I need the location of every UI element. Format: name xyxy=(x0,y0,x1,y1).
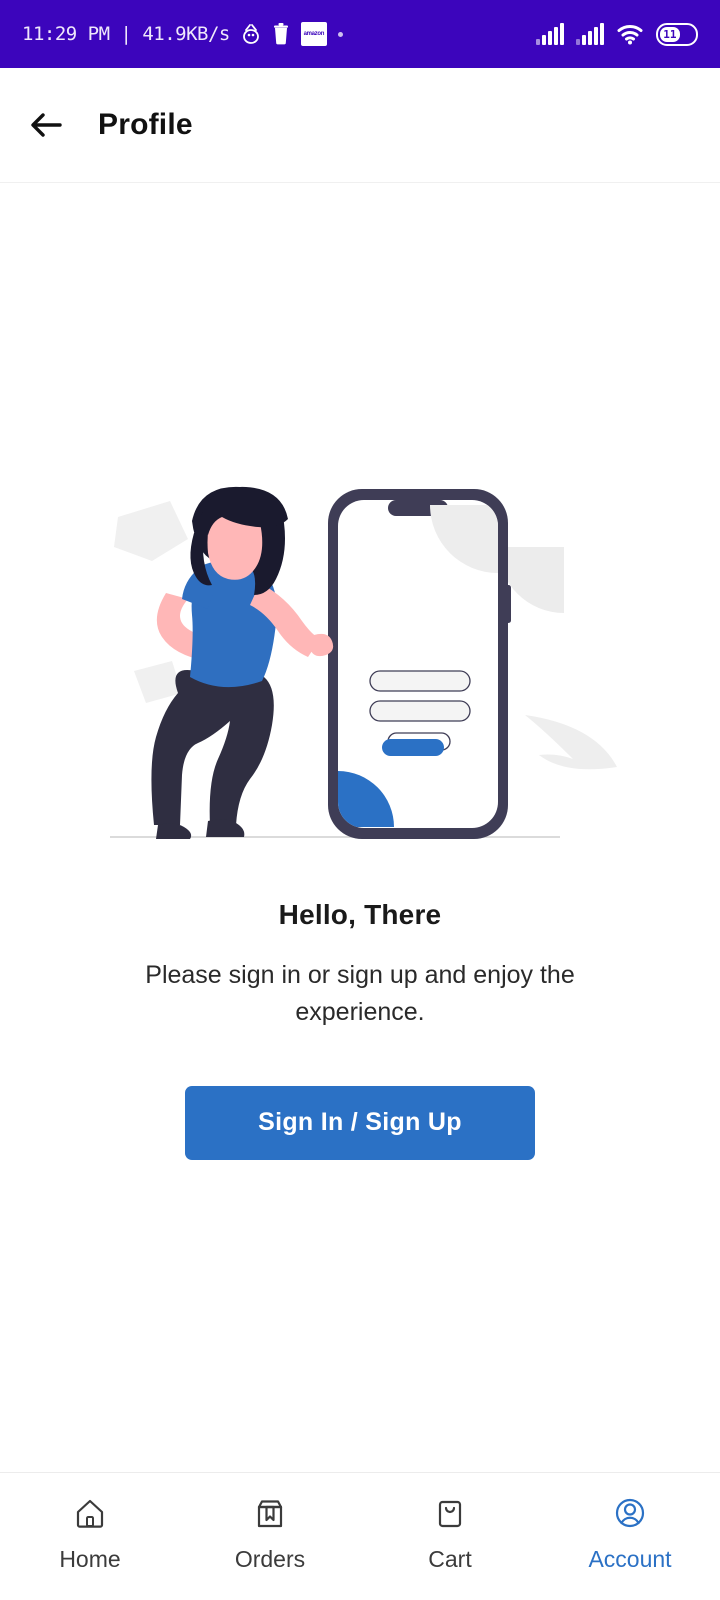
status-bar: 11:29 PM | 41.9KB/s amazon 11 xyxy=(0,0,720,68)
main-content: Hello, There Please sign in or sign up a… xyxy=(0,183,720,1472)
battery-level: 11 xyxy=(663,27,677,41)
back-button[interactable] xyxy=(24,103,68,147)
profile-screen: 11:29 PM | 41.9KB/s amazon 11 Profile He… xyxy=(0,0,720,1600)
nav-label-home: Home xyxy=(59,1546,121,1572)
bag-icon xyxy=(431,1491,469,1535)
nav-item-home[interactable]: Home xyxy=(0,1491,180,1573)
signal-bars-2-icon xyxy=(576,23,604,45)
app-badge-label: amazon xyxy=(303,31,325,37)
dot-icon xyxy=(337,31,343,37)
bottom-navigation: Home Orders Cart Account xyxy=(0,1472,720,1600)
wifi-icon xyxy=(616,22,644,46)
app-bar: Profile xyxy=(0,68,720,183)
nav-label-account: Account xyxy=(588,1546,672,1572)
nav-label-orders: Orders xyxy=(234,1546,306,1572)
signal-bars-icon xyxy=(536,23,564,45)
nav-label-cart: Cart xyxy=(428,1546,472,1572)
nav-item-cart[interactable]: Cart xyxy=(360,1491,540,1573)
sign-in-sign-up-button[interactable]: Sign In / Sign Up xyxy=(185,1085,535,1160)
greeting-subtitle: Please sign in or sign up and enjoy the … xyxy=(145,961,575,1026)
home-icon xyxy=(71,1491,109,1535)
status-bar-right: 11 xyxy=(536,22,698,46)
trash-icon xyxy=(272,22,290,46)
nav-item-account[interactable]: Account xyxy=(540,1491,720,1573)
mobile-login-illustration xyxy=(100,475,620,855)
package-icon xyxy=(251,1491,289,1535)
status-clock: 11:29 PM | 41.9KB/s xyxy=(22,23,230,45)
status-bar-left: 11:29 PM | 41.9KB/s amazon xyxy=(22,22,343,46)
app-badge-icon: amazon xyxy=(300,22,327,46)
battery-icon: 11 xyxy=(656,22,698,46)
arrow-left-icon xyxy=(31,113,62,137)
user-circle-icon xyxy=(611,1491,649,1535)
nav-item-orders[interactable]: Orders xyxy=(180,1491,360,1573)
page-title: Profile xyxy=(98,108,193,141)
greeting-heading: Hello, There xyxy=(278,899,442,931)
usb-debug-icon xyxy=(241,22,261,46)
